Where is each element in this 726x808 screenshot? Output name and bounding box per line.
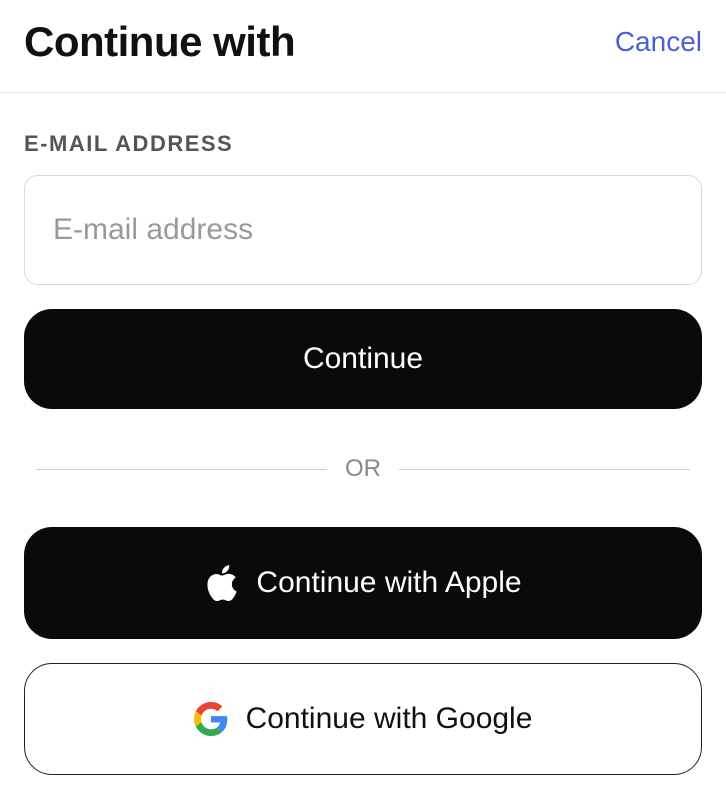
google-signin-button[interactable]: Continue with Google [24, 663, 702, 775]
apple-button-label: Continue with Apple [256, 566, 521, 600]
divider-text: OR [345, 455, 381, 483]
content: E-MAIL ADDRESS Continue OR Continue with… [0, 93, 726, 799]
header: Continue with Cancel [0, 0, 726, 93]
divider-line [36, 469, 327, 470]
google-icon [194, 702, 228, 736]
cancel-button[interactable]: Cancel [615, 26, 702, 58]
divider-line [399, 469, 690, 470]
email-input[interactable] [24, 175, 702, 285]
apple-signin-button[interactable]: Continue with Apple [24, 527, 702, 639]
continue-button[interactable]: Continue [24, 309, 702, 409]
email-label: E-MAIL ADDRESS [24, 131, 702, 157]
google-button-label: Continue with Google [246, 702, 533, 736]
page-title: Continue with [24, 18, 295, 66]
apple-icon [204, 563, 238, 603]
divider: OR [36, 455, 690, 483]
